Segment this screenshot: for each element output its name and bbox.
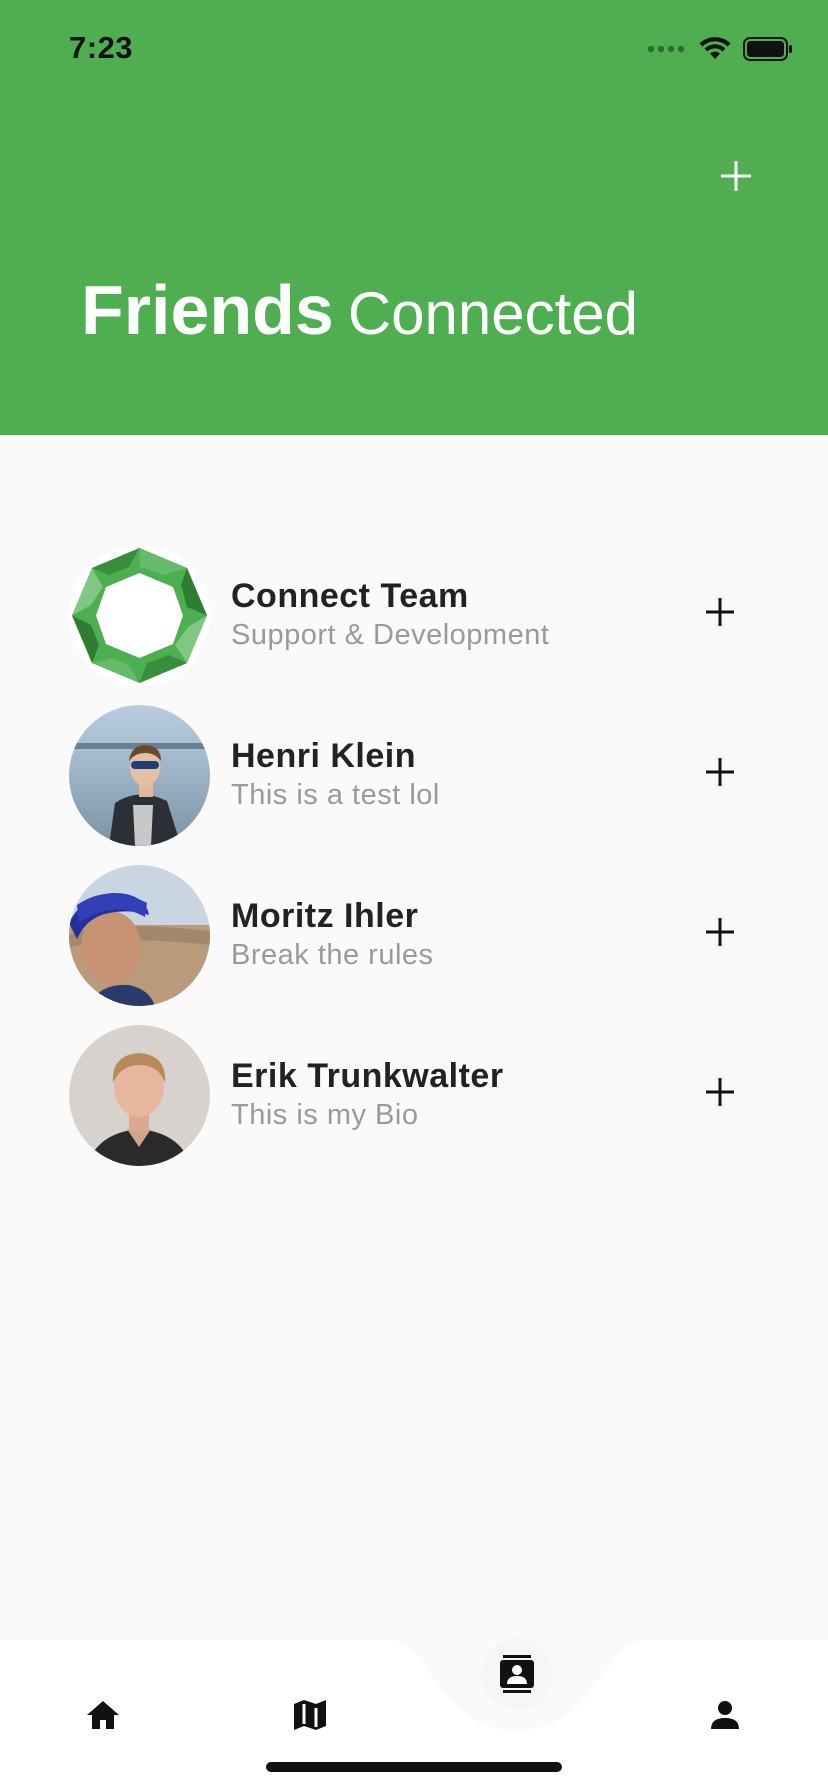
friend-bio: Break the rules [231,939,434,971]
nav-profile[interactable] [690,1680,760,1750]
avatar [69,705,210,846]
friend-name: Henri Klein [231,737,416,775]
add-friend-button[interactable] [694,586,746,638]
friend-row-henri-klein[interactable]: Henri Klein This is a test lol [0,695,828,855]
connect-logo [69,545,210,686]
page-title: Friends Connected [81,270,638,350]
friend-row-moritz-ihler[interactable]: Moritz Ihler Break the rules [0,855,828,1015]
plus-icon [706,758,734,786]
avatar [69,1025,210,1166]
nav-contacts[interactable] [481,1638,553,1710]
page-title-bold: Friends [81,271,334,349]
battery-icon [743,37,792,61]
photo-moritz [69,865,210,1006]
home-indicator [266,1762,562,1772]
page-title-light: Connected [347,280,639,347]
person-icon [711,1701,739,1729]
plus-icon [721,161,751,191]
add-friend-button[interactable] [694,906,746,958]
contacts-icon [500,1655,534,1693]
plus-icon [706,598,734,626]
photo-erik [69,1025,210,1166]
wifi-icon [699,37,731,59]
signal-icon [647,45,685,53]
plus-icon [706,1078,734,1106]
map-icon [294,1700,326,1730]
status-icons [647,34,793,64]
status-bar: 7:23 [0,0,828,100]
friend-bio: This is my Bio [231,1099,419,1131]
friend-row-erik-trunkwalter[interactable]: Erik Trunkwalter This is my Bio [0,1015,828,1175]
header-add-button[interactable] [706,146,766,206]
add-friend-button[interactable] [694,1066,746,1118]
add-friend-button[interactable] [694,746,746,798]
friend-name: Connect Team [231,577,469,615]
friends-list: Connect Team Support & Development Henri… [0,535,828,1175]
nav-map[interactable] [275,1680,345,1750]
friend-row-connect-team[interactable]: Connect Team Support & Development [0,535,828,695]
status-time: 7:23 [69,30,134,65]
friend-bio: Support & Development [231,619,550,651]
friend-bio: This is a test lol [231,779,440,811]
plus-icon [706,918,734,946]
friend-name: Moritz Ihler [231,897,419,935]
home-icon [87,1701,119,1729]
nav-home[interactable] [68,1680,138,1750]
friend-name: Erik Trunkwalter [231,1057,504,1095]
avatar [69,545,210,686]
photo-henri [69,705,210,846]
avatar [69,865,210,1006]
